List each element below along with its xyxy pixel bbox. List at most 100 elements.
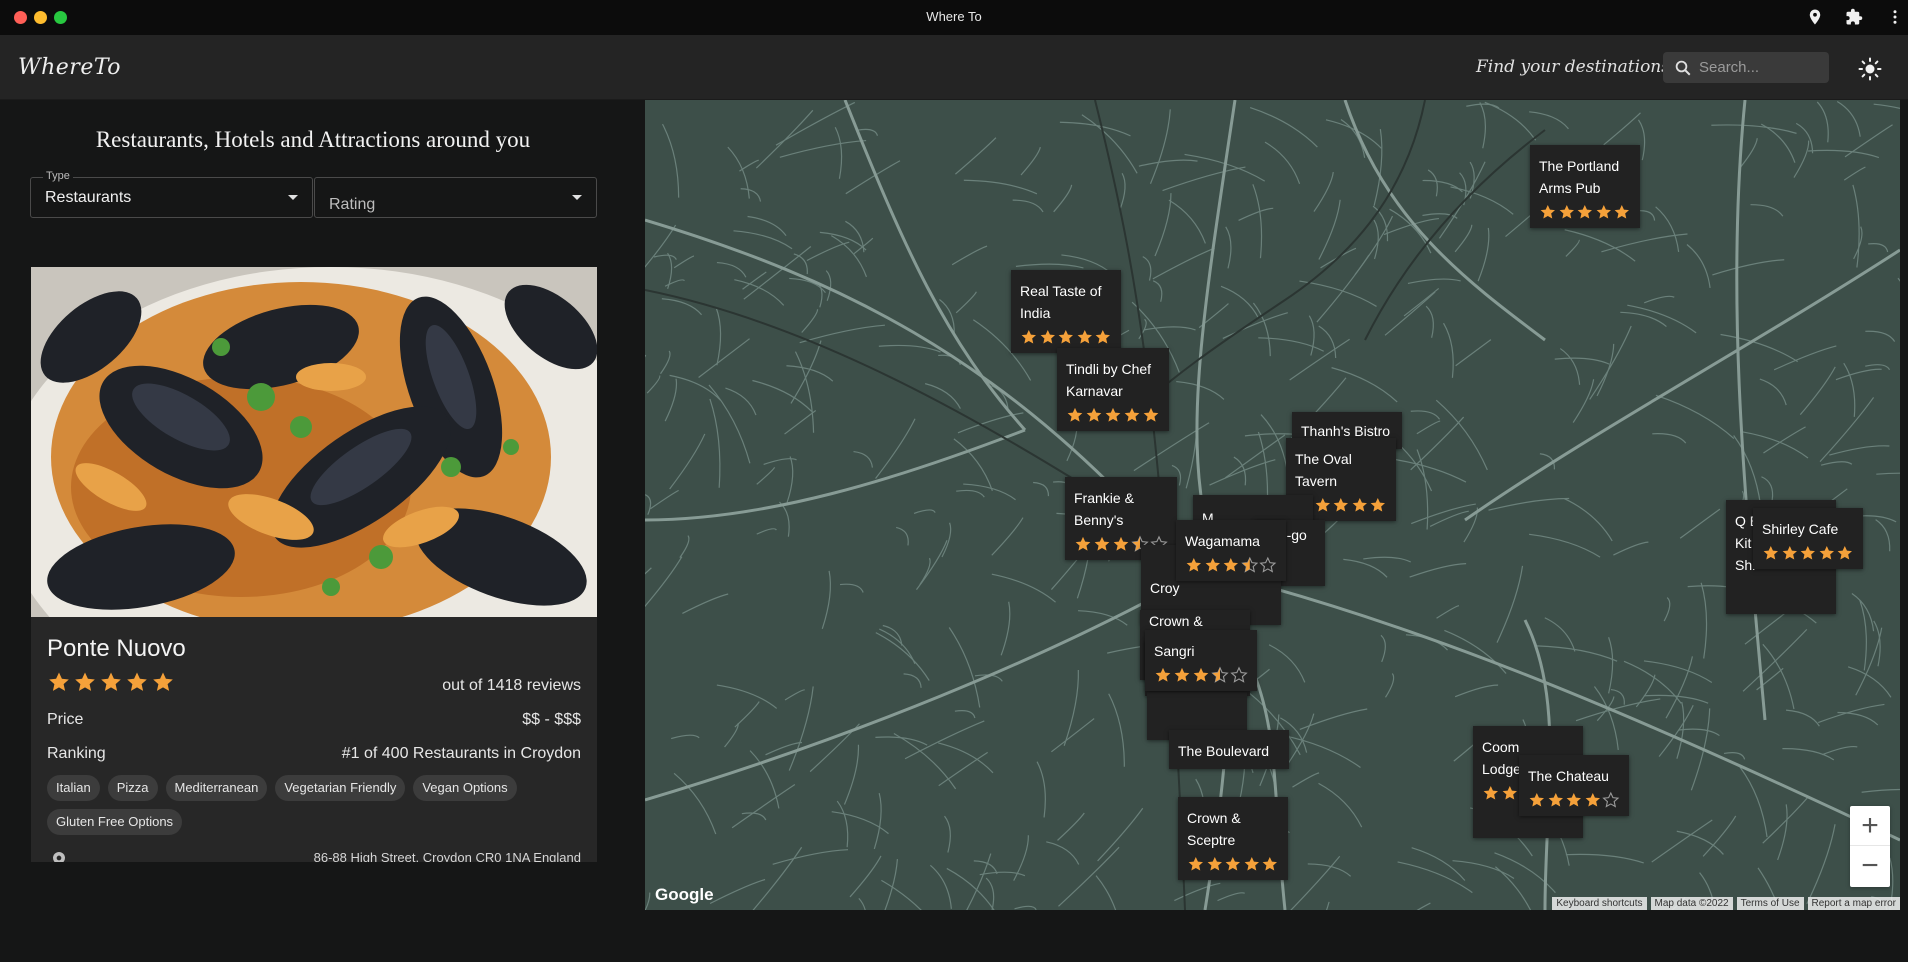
star-filled-icon (1174, 667, 1190, 682)
map-place-marker[interactable]: The Portland Arms Pub (1530, 145, 1640, 228)
zoom-out-button[interactable]: − (1850, 846, 1890, 886)
star-filled-icon (1782, 546, 1797, 560)
star-filled-icon (1040, 330, 1055, 344)
star-filled-icon (1095, 330, 1111, 344)
price-value: $$ - $$$ (522, 711, 581, 728)
type-select[interactable]: Type Restaurants (30, 170, 313, 218)
map-place-marker[interactable]: Real Taste of India (1011, 270, 1121, 353)
star-filled-icon (1094, 536, 1110, 551)
marker-label: The Portland Arms Pub (1539, 158, 1620, 196)
star-filled-icon (1124, 407, 1140, 422)
star-filled-icon (153, 672, 173, 691)
star-filled-icon (1105, 407, 1121, 422)
cuisine-tag: Gluten Free Options (47, 809, 183, 835)
marker-stars (1020, 328, 1112, 346)
marker-stars (1762, 544, 1854, 562)
star-filled-icon (101, 672, 121, 691)
place-card[interactable]: Ponte Nuovo out of 1418 reviews Price $$… (31, 267, 597, 862)
star-filled-icon (1614, 205, 1630, 219)
marker-label: Frankie & Benny's (1074, 490, 1134, 528)
cuisine-tag: Italian (47, 775, 100, 801)
star-filled-icon (1262, 857, 1278, 871)
search-icon (1675, 60, 1691, 76)
star-filled-icon (1077, 330, 1092, 344)
cuisine-tag: Pizza (107, 775, 158, 801)
map-place-marker[interactable]: The Boulevard (1169, 730, 1289, 769)
marker-label: Sangri (1154, 643, 1195, 659)
star-filled-icon (1205, 558, 1220, 572)
place-address: 86-88 High Street, Croydon CR0 1NA Engla… (313, 850, 581, 862)
map-view[interactable]: Real Taste of India Tindli by Chef Karna… (645, 100, 1900, 910)
zoom-control: + − (1850, 806, 1890, 887)
rating-select[interactable]: Rating (314, 177, 597, 218)
map-place-marker[interactable]: Sangri (1145, 630, 1257, 691)
rating-select-placeholder: Rating (329, 196, 376, 213)
location-pin-icon[interactable] (1806, 8, 1824, 26)
star-filled-icon (1143, 407, 1159, 422)
type-dropdown-arrow-icon (288, 195, 298, 200)
star-filled-icon (1370, 498, 1386, 512)
star-filled-icon (1529, 793, 1544, 807)
place-name: Ponte Nuovo (47, 635, 186, 662)
star-filled-icon (1596, 205, 1611, 219)
star-filled-icon (127, 672, 147, 691)
star-half-icon (1241, 556, 1259, 573)
marker-label: Crown & (1149, 613, 1203, 629)
window-titlebar: Where To (0, 0, 1908, 35)
star-filled-icon (1075, 536, 1091, 551)
more-options-icon[interactable] (1886, 8, 1904, 26)
star-filled-icon (1188, 857, 1203, 871)
ranking-label: Ranking (47, 745, 106, 762)
map-data-label: Map data ©2022 (1650, 897, 1733, 910)
star-empty-icon (1602, 791, 1620, 808)
type-select-label: Type (43, 170, 73, 182)
keyboard-shortcuts-link[interactable]: Keyboard shortcuts (1552, 897, 1647, 910)
marker-stars (1187, 855, 1279, 873)
header-tagline: Find your destinations (1476, 57, 1670, 77)
terms-link[interactable]: Terms of Use (1736, 897, 1804, 910)
marker-stars (1066, 406, 1160, 424)
star-filled-icon (1193, 667, 1209, 682)
address-location-icon (53, 852, 65, 862)
panel-heading: Restaurants, Hotels and Attractions arou… (95, 127, 531, 152)
map-place-marker[interactable]: The Chateau (1519, 755, 1629, 816)
google-logo: Google (655, 885, 714, 904)
star-filled-icon (1837, 546, 1853, 560)
star-filled-icon (1483, 786, 1498, 800)
star-filled-icon (1763, 546, 1778, 560)
marker-label: Real Taste of India (1020, 283, 1102, 321)
marker-label: The Chateau (1528, 768, 1609, 784)
marker-stars (1185, 556, 1277, 574)
app-logo[interactable]: WhereTo (18, 55, 121, 80)
cuisine-tag: Mediterranean (165, 775, 268, 801)
review-count: out of 1418 reviews (442, 677, 581, 694)
star-filled-icon (1021, 330, 1036, 344)
star-filled-icon (1819, 546, 1834, 560)
star-empty-icon (1230, 666, 1248, 683)
map-place-marker[interactable]: Shirley Cafe (1753, 508, 1863, 569)
star-filled-icon (1207, 857, 1222, 871)
zoom-in-button[interactable]: + (1850, 806, 1890, 846)
star-filled-icon (1155, 667, 1171, 682)
star-filled-icon (1244, 857, 1259, 871)
star-filled-icon (1058, 330, 1074, 344)
marker-stars (1539, 203, 1631, 221)
place-photo (31, 267, 597, 617)
theme-toggle-sun-icon[interactable] (1858, 57, 1882, 81)
star-filled-icon (1577, 205, 1593, 219)
star-filled-icon (1559, 205, 1574, 219)
search-input[interactable] (1699, 52, 1824, 83)
star-filled-icon (1800, 546, 1816, 560)
marker-label: The Boulevard (1178, 743, 1270, 759)
map-place-marker[interactable]: Tindli by Chef Karnavar (1057, 348, 1169, 431)
extensions-puzzle-icon[interactable] (1845, 8, 1863, 26)
report-map-error-link[interactable]: Report a map error (1807, 897, 1900, 910)
star-filled-icon (1113, 536, 1129, 551)
star-filled-icon (1352, 498, 1367, 512)
star-filled-icon (1585, 793, 1600, 807)
price-label: Price (47, 711, 84, 728)
map-place-marker[interactable]: Crown & Sceptre (1178, 797, 1288, 880)
map-place-marker[interactable]: Wagamama (1176, 520, 1286, 581)
cuisine-tags: Italian Pizza Mediterranean Vegetarian Frie… (47, 775, 587, 835)
search-box[interactable] (1663, 52, 1829, 83)
